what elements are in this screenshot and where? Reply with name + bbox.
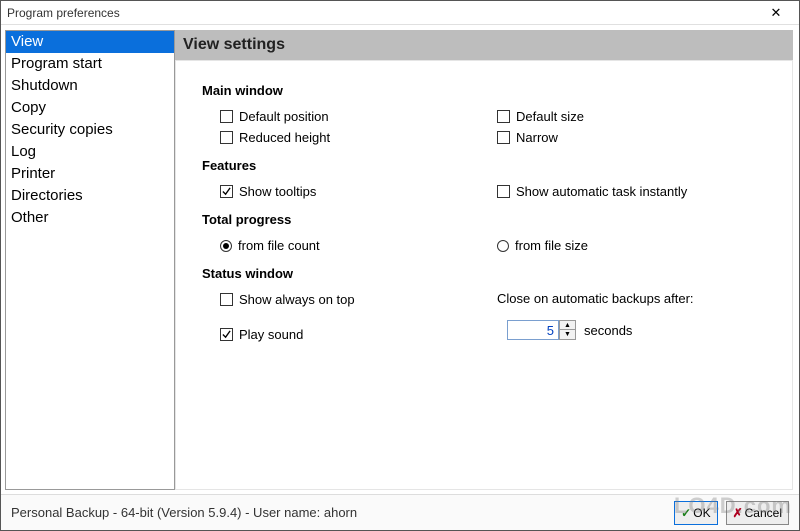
radio-from-file-size[interactable]: from file size bbox=[497, 238, 774, 253]
checkbox-label: Show always on top bbox=[239, 292, 355, 307]
radio-from-file-count[interactable]: from file count bbox=[220, 238, 497, 253]
page-title: View settings bbox=[183, 36, 785, 54]
checkbox-reduced-height[interactable]: Reduced height bbox=[220, 130, 497, 145]
status-text: Personal Backup - 64-bit (Version 5.9.4)… bbox=[11, 505, 666, 520]
checkbox-default-position[interactable]: Default position bbox=[220, 109, 497, 124]
checkbox-label: Play sound bbox=[239, 327, 303, 342]
checkbox-show-auto-task[interactable]: Show automatic task instantly bbox=[497, 184, 774, 199]
close-button[interactable]: ✕ bbox=[759, 3, 793, 23]
group-total-progress: Total progress bbox=[202, 212, 774, 227]
group-main-window: Main window bbox=[202, 83, 774, 98]
checkbox-label: Default position bbox=[239, 109, 329, 124]
sidebar-item-security-copies[interactable]: Security copies bbox=[6, 119, 174, 141]
window-body: View Program start Shutdown Copy Securit… bbox=[1, 25, 799, 494]
sidebar-item-view[interactable]: View bbox=[6, 31, 174, 53]
panel-header: View settings bbox=[175, 30, 793, 60]
radio-label: from file count bbox=[238, 238, 320, 253]
checkbox-label: Default size bbox=[516, 109, 584, 124]
spin-down-button[interactable]: ▼ bbox=[559, 330, 576, 340]
checkbox-show-tooltips[interactable]: Show tooltips bbox=[220, 184, 497, 199]
close-icon: ✕ bbox=[771, 5, 782, 21]
sidebar-item-printer[interactable]: Printer bbox=[6, 163, 174, 185]
x-icon: ✗ bbox=[733, 506, 743, 520]
sidebar-item-log[interactable]: Log bbox=[6, 141, 174, 163]
cancel-label: Cancel bbox=[745, 506, 782, 520]
sidebar-item-shutdown[interactable]: Shutdown bbox=[6, 75, 174, 97]
close-after-unit: seconds bbox=[584, 323, 632, 338]
ok-label: OK bbox=[693, 506, 710, 520]
settings-panel: Main window Default position Default siz… bbox=[175, 60, 793, 490]
check-icon: ✓ bbox=[681, 506, 691, 520]
window-title: Program preferences bbox=[7, 6, 759, 20]
checkbox-label: Narrow bbox=[516, 130, 558, 145]
sidebar-item-copy[interactable]: Copy bbox=[6, 97, 174, 119]
chevron-up-icon: ▲ bbox=[564, 322, 571, 329]
sidebar-item-directories[interactable]: Directories bbox=[6, 185, 174, 207]
chevron-down-icon: ▼ bbox=[564, 331, 571, 338]
checkbox-label: Show automatic task instantly bbox=[516, 184, 687, 199]
checkbox-narrow[interactable]: Narrow bbox=[497, 130, 774, 145]
titlebar: Program preferences ✕ bbox=[1, 1, 799, 25]
preferences-window: Program preferences ✕ View Program start… bbox=[0, 0, 800, 531]
cancel-button[interactable]: ✗ Cancel bbox=[726, 501, 789, 525]
close-after-input[interactable] bbox=[507, 320, 559, 340]
sidebar-item-program-start[interactable]: Program start bbox=[6, 53, 174, 75]
main-area: View settings Main window Default positi… bbox=[175, 26, 799, 494]
footer: Personal Backup - 64-bit (Version 5.9.4)… bbox=[1, 494, 799, 530]
group-status-window: Status window bbox=[202, 266, 774, 281]
checkbox-label: Reduced height bbox=[239, 130, 330, 145]
checkbox-show-on-top[interactable]: Show always on top bbox=[220, 292, 497, 307]
sidebar: View Program start Shutdown Copy Securit… bbox=[5, 30, 175, 490]
checkbox-default-size[interactable]: Default size bbox=[497, 109, 774, 124]
sidebar-item-other[interactable]: Other bbox=[6, 207, 174, 229]
checkbox-label: Show tooltips bbox=[239, 184, 316, 199]
group-features: Features bbox=[202, 158, 774, 173]
checkbox-play-sound[interactable]: Play sound bbox=[220, 327, 497, 342]
close-after-label: Close on automatic backups after: bbox=[497, 291, 774, 306]
radio-label: from file size bbox=[515, 238, 588, 253]
close-after-spinner: ▲ ▼ seconds bbox=[507, 320, 774, 340]
ok-button[interactable]: ✓ OK bbox=[674, 501, 717, 525]
spin-up-button[interactable]: ▲ bbox=[559, 320, 576, 330]
